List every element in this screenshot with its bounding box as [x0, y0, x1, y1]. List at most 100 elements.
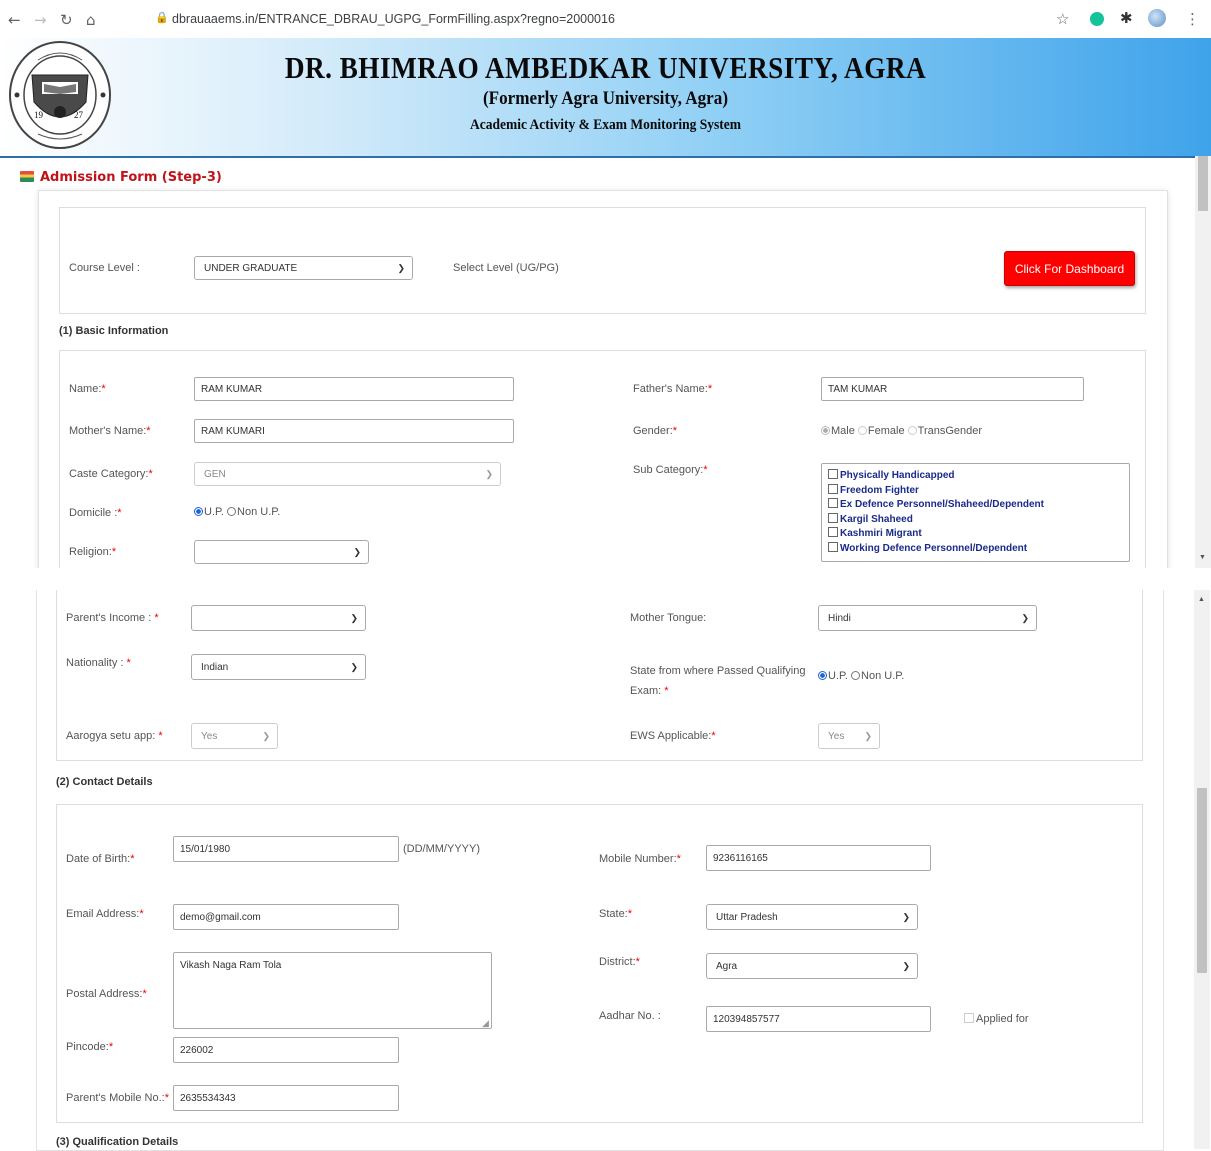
applied-for-checkbox[interactable]: [964, 1013, 974, 1023]
system-name: Academic Activity & Exam Monitoring Syst…: [469, 117, 742, 133]
checkbox[interactable]: [828, 541, 838, 552]
dob-input[interactable]: 15/01/1980: [173, 836, 399, 862]
state-label: State:*: [599, 908, 633, 920]
mother-tongue-label: Mother Tongue:: [630, 612, 707, 624]
aarogya-label: Aarogya setu app: *: [66, 730, 163, 742]
parent-mobile-input[interactable]: 2635534343: [173, 1085, 399, 1111]
subcat-physically-handicapped[interactable]: Physically Handicapped: [828, 469, 1129, 484]
aarogya-select[interactable]: Yes ❯: [191, 723, 278, 749]
chevron-down-icon: ❯: [350, 662, 358, 672]
checkbox[interactable]: [828, 483, 838, 494]
address-bar[interactable]: dbrauaaems.in/ENTRANCE_DBRAU_UGPG_FormFi…: [172, 12, 615, 26]
sub-category-list: Physically Handicapped Freedom Fighter E…: [821, 463, 1130, 562]
religion-select[interactable]: ❯: [194, 540, 369, 564]
domicile-radio-group: U.P. Non U.P.: [194, 506, 280, 518]
parents-income-select[interactable]: ❯: [191, 605, 366, 631]
subcat-kashmiri-migrant[interactable]: Kashmiri Migrant: [828, 527, 1129, 542]
postal-address-textarea[interactable]: Vikash Naga Ram Tola: [173, 952, 492, 1029]
state-select[interactable]: Uttar Pradesh ❯: [706, 904, 918, 930]
district-value: Agra: [716, 960, 738, 972]
menu-dots-icon[interactable]: ⋮: [1185, 10, 1200, 28]
district-select[interactable]: Agra ❯: [706, 953, 918, 979]
form-title-text: Admission Form (Step-3): [40, 170, 222, 185]
subcat-ex-defence[interactable]: Ex Defence Personnel/Shaheed/Dependent: [828, 498, 1129, 513]
back-arrow-icon[interactable]: ←: [8, 11, 21, 29]
gender-male-radio[interactable]: [821, 426, 830, 435]
checkbox[interactable]: [828, 527, 838, 537]
pincode-label: Pincode:*: [66, 1041, 114, 1053]
caste-category-select[interactable]: GEN ❯: [194, 462, 501, 486]
chevron-down-icon: ❯: [902, 961, 910, 971]
religion-label: Religion:*: [69, 546, 117, 558]
logo-year-left: 19: [34, 110, 43, 120]
checkbox[interactable]: [828, 498, 838, 508]
subcat-freedom-fighter[interactable]: Freedom Fighter: [828, 483, 1129, 499]
domicile-up-text: U.P.: [204, 506, 224, 518]
chevron-down-icon: ❯: [485, 469, 493, 479]
profile-avatar-icon[interactable]: [1148, 9, 1166, 27]
ews-label: EWS Applicable:*: [630, 730, 716, 742]
checkbox[interactable]: [828, 469, 838, 479]
pincode-input[interactable]: 226002: [173, 1037, 399, 1063]
gender-transgender-text: TransGender: [917, 425, 983, 437]
bookmark-star-icon[interactable]: ☆: [1056, 10, 1069, 28]
aadhar-input[interactable]: 120394857577: [706, 1006, 931, 1032]
mother-tongue-select[interactable]: Hindi ❯: [818, 605, 1037, 631]
extensions-puzzle-icon[interactable]: ✱: [1120, 9, 1133, 27]
chevron-down-icon: ❯: [1021, 613, 1029, 623]
aarogya-value: Yes: [201, 730, 218, 742]
chevron-down-icon: ❯: [262, 731, 270, 741]
qualification-details-heading: (3) Qualification Details: [56, 1136, 179, 1148]
subcat-kargil-shaheed[interactable]: Kargil Shaheed: [828, 512, 1129, 528]
subcat-working-defence[interactable]: Working Defence Personnel/Dependent: [828, 541, 1129, 557]
gender-female-radio[interactable]: [857, 426, 867, 435]
course-level-label: Course Level :: [69, 262, 140, 274]
scrollbar-thumb[interactable]: [1198, 156, 1208, 211]
dashboard-button[interactable]: Click For Dashboard: [1004, 251, 1135, 286]
domicile-non-up-radio[interactable]: [227, 507, 237, 516]
page-scrollbar-top[interactable]: ▼: [1195, 156, 1211, 568]
form-title: Admission Form (Step-3): [20, 170, 222, 185]
ews-value: Yes: [828, 730, 845, 742]
scroll-up-arrow-icon[interactable]: ▲: [1198, 596, 1205, 603]
resize-handle-icon[interactable]: ◢: [482, 1018, 489, 1029]
lock-icon[interactable]: 🔒: [155, 11, 169, 24]
checkbox[interactable]: [828, 512, 838, 523]
name-input[interactable]: RAM KUMAR: [194, 377, 514, 401]
parent-mobile-label: Parent's Mobile No.:*: [66, 1092, 169, 1104]
chevron-down-icon: ❯: [350, 613, 358, 623]
scrollbar-thumb[interactable]: [1197, 788, 1207, 973]
name-label: Name:*: [69, 383, 106, 395]
father-name-input[interactable]: TAM KUMAR: [821, 377, 1084, 401]
mother-name-input[interactable]: RAM KUMARI: [194, 419, 514, 443]
mobile-label: Mobile Number:*: [599, 853, 681, 865]
father-name-label: Father's Name:*: [633, 383, 713, 395]
page-scrollbar-bottom[interactable]: ▲: [1194, 590, 1210, 1149]
scroll-down-arrow-icon[interactable]: ▼: [1199, 554, 1206, 561]
chevron-down-icon: ❯: [864, 731, 872, 741]
forward-arrow-icon[interactable]: →: [34, 11, 47, 29]
state-passed-up-radio[interactable]: [818, 671, 827, 680]
gender-transgender-radio[interactable]: [907, 426, 917, 435]
reload-icon[interactable]: ↻: [60, 11, 73, 29]
ews-select[interactable]: Yes ❯: [818, 723, 880, 749]
university-subtitle: (Formerly Agra University, Agra): [482, 88, 729, 109]
grammarly-extension-icon[interactable]: [1090, 12, 1104, 26]
state-value: Uttar Pradesh: [716, 911, 778, 923]
sub-category-label: Sub Category:*: [633, 464, 708, 476]
nationality-select[interactable]: Indian ❯: [191, 654, 366, 680]
chevron-down-icon: ❯: [397, 263, 405, 273]
chevron-down-icon: ❯: [902, 912, 910, 922]
dob-label: Date of Birth:*: [66, 853, 135, 865]
email-input[interactable]: demo@gmail.com: [173, 904, 399, 930]
gender-male-text: Male: [831, 425, 855, 437]
nationality-label: Nationality : *: [66, 657, 131, 669]
course-level-select[interactable]: UNDER GRADUATE ❯: [194, 256, 413, 280]
applied-for-checkbox-group: Applied for: [964, 1013, 1029, 1025]
gender-label: Gender:*: [633, 425, 678, 437]
state-passed-non-up-radio[interactable]: [851, 671, 861, 680]
domicile-non-up-text: Non U.P.: [237, 506, 281, 518]
home-icon[interactable]: ⌂: [86, 11, 96, 29]
domicile-up-radio[interactable]: [194, 507, 203, 516]
mobile-input[interactable]: 9236116165: [706, 845, 931, 871]
